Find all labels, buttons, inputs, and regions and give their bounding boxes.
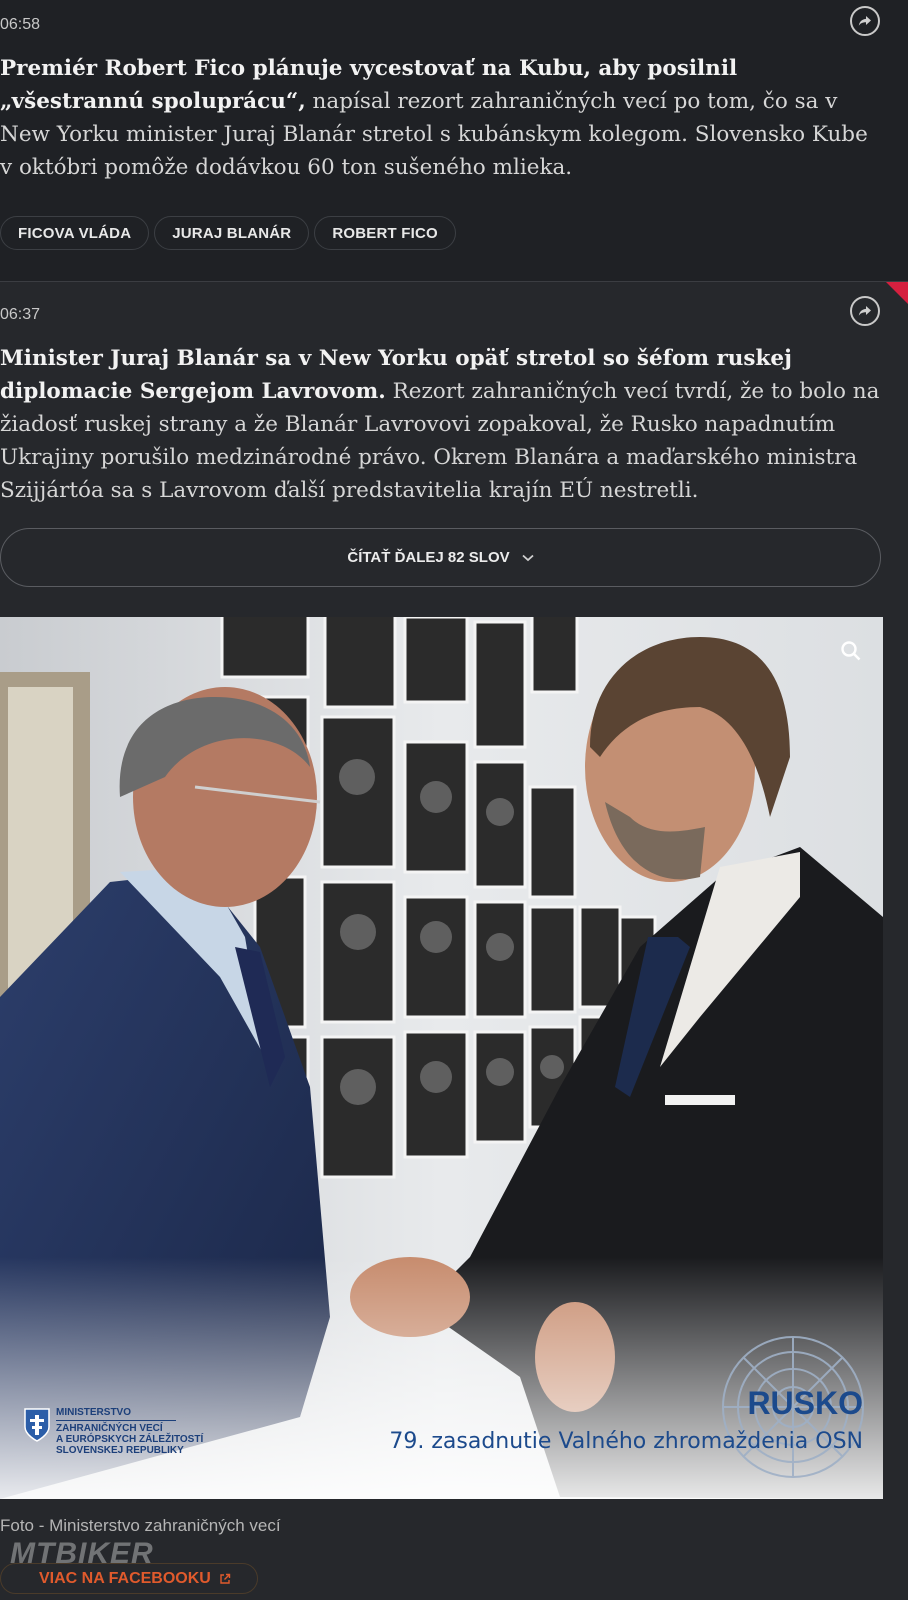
site-watermark: MTBIKER — [10, 1537, 154, 1570]
post-body: Premiér Robert Fico plánuje vycestovať n… — [0, 52, 880, 184]
share-arrow-icon — [858, 16, 871, 26]
photo-illustration — [0, 617, 883, 1499]
chevron-down-icon — [522, 554, 534, 561]
share-arrow-icon — [858, 306, 871, 316]
share-button[interactable] — [850, 6, 880, 36]
tag-list: FICOVA VLÁDA JURAJ BLANÁR ROBERT FICO — [0, 216, 456, 250]
post-body: Minister Juraj Blanár sa v New Yorku opä… — [0, 342, 880, 507]
share-button[interactable] — [850, 296, 880, 326]
read-more-button[interactable]: ČÍTAŤ ĎALEJ 82 SLOV — [0, 528, 881, 587]
magnifier-icon — [841, 641, 861, 661]
post-time: 06:58 — [0, 16, 41, 33]
new-post-marker — [886, 282, 908, 304]
country-label: RUSKO — [747, 1385, 863, 1421]
tag-robert-fico[interactable]: ROBERT FICO — [314, 216, 456, 250]
article-photo[interactable]: MINISTERSTVO ZAHRANIČNÝCH VECÍ A EURÓPSK… — [0, 617, 883, 1499]
read-more-label: ČÍTAŤ ĎALEJ 82 SLOV — [347, 549, 510, 566]
external-link-icon — [220, 1573, 231, 1584]
tag-ficova-vlada[interactable]: FICOVA VLÁDA — [0, 216, 150, 250]
facebook-link-label: VIAC NA FACEBOOKU — [39, 1569, 211, 1587]
photo-caption: Foto - Ministerstvo zahraničných vecí — [0, 1516, 281, 1535]
ministry-logo: MINISTERSTVO ZAHRANIČNÝCH VECÍ A EURÓPSK… — [56, 1407, 204, 1456]
live-post-1: 06:58 Premiér Robert Fico plánuje vycest… — [0, 0, 908, 281]
event-label: 79. zasadnutie Valného zhromaždenia OSN — [389, 1429, 863, 1454]
zoom-button[interactable] — [840, 640, 862, 666]
tag-juraj-blanar[interactable]: JURAJ BLANÁR — [154, 216, 310, 250]
post-time: 06:37 — [0, 306, 41, 323]
